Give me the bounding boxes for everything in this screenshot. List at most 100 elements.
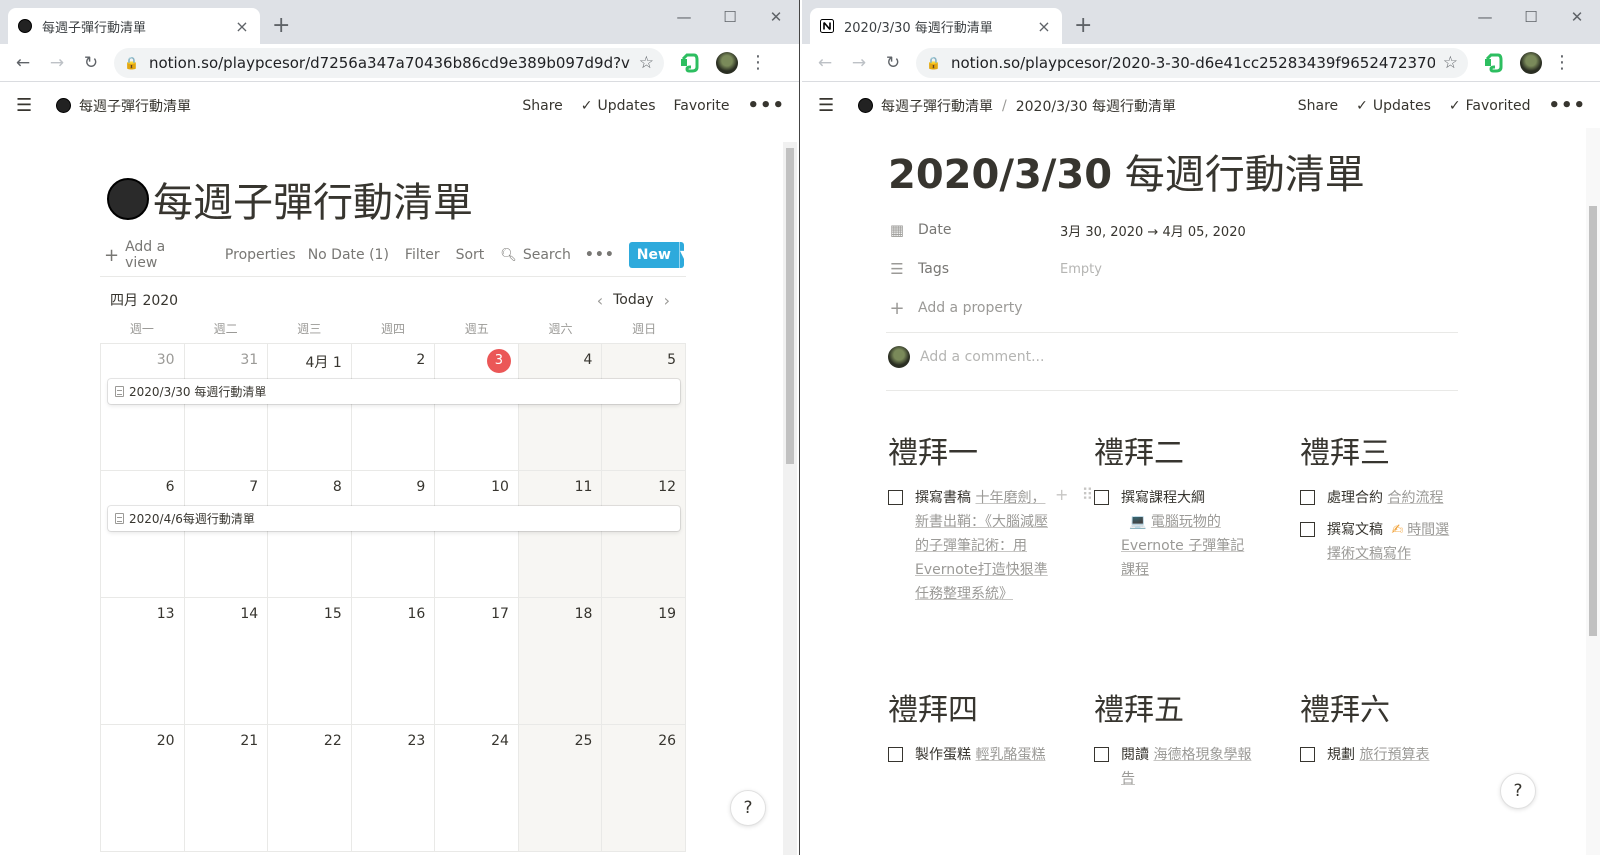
more-options-icon[interactable]: ••• bbox=[1548, 95, 1586, 116]
calendar-day-cell[interactable]: 3 bbox=[435, 344, 519, 471]
minimize-icon[interactable]: — bbox=[1462, 6, 1508, 28]
todo-checkbox[interactable] bbox=[888, 747, 903, 762]
chevron-down-icon[interactable]: ▼ bbox=[678, 242, 684, 268]
comment-input[interactable]: Add a comment... bbox=[888, 346, 1044, 368]
calendar-day-cell[interactable]: 22 bbox=[268, 725, 352, 852]
tab-close-icon[interactable]: × bbox=[1036, 17, 1052, 36]
page-link[interactable]: 合約流程 bbox=[1387, 490, 1443, 506]
calendar-day-cell[interactable]: 21 bbox=[184, 725, 269, 852]
calendar-day-cell[interactable]: 2 bbox=[351, 344, 436, 471]
todo-text[interactable]: 撰寫課程大綱 💻 電腦玩物的 Evernote 子彈筆記課程 bbox=[1121, 486, 1254, 582]
drag-handle-icon[interactable]: + ⠿ bbox=[1055, 485, 1097, 504]
todo-checkbox[interactable] bbox=[1094, 747, 1109, 762]
calendar-day-cell[interactable]: 16 bbox=[351, 598, 436, 725]
help-button[interactable]: ? bbox=[1500, 773, 1536, 809]
updates-button[interactable]: ✓ Updates bbox=[581, 98, 656, 114]
calendar-day-cell[interactable]: 23 bbox=[351, 725, 436, 852]
calendar-day-cell[interactable]: 12 bbox=[602, 471, 687, 598]
profile-avatar[interactable] bbox=[1520, 51, 1542, 74]
sort-button[interactable]: Sort bbox=[456, 247, 485, 263]
browser-menu-icon[interactable]: ⋮ bbox=[744, 52, 772, 73]
address-bar[interactable]: 🔒 notion.so/playpcesor/d7256a347a70436b8… bbox=[114, 47, 664, 78]
todo-checkbox[interactable] bbox=[1300, 522, 1315, 537]
todo-checkbox[interactable] bbox=[1300, 490, 1315, 505]
todo-checkbox[interactable] bbox=[1094, 490, 1109, 505]
breadcrumb-parent[interactable]: 每週子彈行動清單 bbox=[881, 96, 993, 116]
todo-text[interactable]: 規劃 旅行預算表 bbox=[1327, 743, 1460, 767]
today-button[interactable]: Today bbox=[613, 292, 654, 308]
share-button[interactable]: Share bbox=[1298, 98, 1338, 114]
calendar-day-cell[interactable]: 31 bbox=[184, 344, 269, 471]
new-tab-icon[interactable]: + bbox=[272, 14, 290, 38]
minimize-icon[interactable]: — bbox=[661, 6, 707, 28]
filter-button[interactable]: Filter bbox=[405, 247, 440, 263]
page-link[interactable]: 旅行預算表 bbox=[1359, 747, 1429, 763]
help-button[interactable]: ? bbox=[730, 790, 766, 826]
todo-text[interactable]: 製作蛋糕 輕乳酪蛋糕 bbox=[915, 743, 1048, 767]
calendar-day-cell[interactable]: 25 bbox=[518, 725, 603, 852]
back-icon[interactable]: ← bbox=[808, 53, 842, 73]
address-bar[interactable]: 🔒 notion.so/playpcesor/2020-3-30-d6e41cc… bbox=[916, 47, 1468, 78]
todo-checkbox[interactable] bbox=[888, 490, 903, 505]
updates-button[interactable]: ✓ Updates bbox=[1356, 98, 1431, 114]
browser-tab[interactable]: 每週子彈行動清單 × bbox=[8, 8, 260, 44]
calendar-day-cell[interactable]: 13 bbox=[101, 598, 185, 725]
day-heading[interactable]: 禮拜六 bbox=[1300, 691, 1460, 731]
calendar-day-cell[interactable]: 6 bbox=[101, 471, 185, 598]
calendar-day-cell[interactable]: 18 bbox=[518, 598, 603, 725]
sidebar-toggle-icon[interactable]: ☰ bbox=[16, 95, 36, 116]
page-title-icon[interactable] bbox=[107, 178, 149, 220]
evernote-extension-icon[interactable] bbox=[1482, 52, 1504, 74]
vertical-scrollbar[interactable] bbox=[1586, 128, 1600, 855]
scrollbar-thumb[interactable] bbox=[786, 148, 794, 464]
breadcrumb[interactable]: 每週子彈行動清單 bbox=[79, 96, 191, 116]
bookmark-star-icon[interactable]: ☆ bbox=[639, 53, 654, 73]
vertical-scrollbar[interactable] bbox=[783, 142, 797, 855]
close-window-icon[interactable]: ✕ bbox=[753, 6, 799, 28]
property-tags[interactable]: ☰ Tags Empty bbox=[888, 252, 1458, 286]
reload-icon[interactable]: ↻ bbox=[74, 53, 108, 73]
calendar-day-cell[interactable]: 5 bbox=[602, 344, 687, 471]
todo-text[interactable]: 撰寫書稿 十年磨劍，新書出鞘：《大腦減壓的子彈筆記術：用Evernote打造快狠… bbox=[915, 486, 1048, 606]
calendar-day-cell[interactable]: 10 bbox=[435, 471, 519, 598]
back-icon[interactable]: ← bbox=[6, 53, 40, 73]
calendar-day-cell[interactable]: 24 bbox=[435, 725, 519, 852]
calendar-event[interactable]: 2020/4/6每週行動清單 bbox=[108, 506, 680, 531]
add-view-button[interactable]: + Add a view bbox=[104, 239, 179, 271]
calendar-day-cell[interactable]: 14 bbox=[184, 598, 269, 725]
property-date[interactable]: ▦ Date 3月 30, 2020 → 4月 05, 2020 bbox=[888, 213, 1458, 247]
add-property-button[interactable]: + Add a property bbox=[888, 291, 1458, 325]
tags-value[interactable]: Empty bbox=[1060, 262, 1102, 277]
maximize-icon[interactable]: ☐ bbox=[1508, 6, 1554, 28]
evernote-extension-icon[interactable] bbox=[678, 52, 700, 74]
chevron-right-icon[interactable]: › bbox=[664, 291, 670, 310]
calendar-day-cell[interactable]: 4月 1 bbox=[268, 344, 352, 471]
calendar-day-cell[interactable]: 8 bbox=[268, 471, 352, 598]
share-button[interactable]: Share bbox=[522, 98, 562, 114]
favorited-button[interactable]: ✓ Favorited bbox=[1449, 98, 1531, 114]
no-date-button[interactable]: No Date (1) bbox=[308, 247, 389, 263]
breadcrumb-current[interactable]: 2020/3/30 每週行動清單 bbox=[1016, 96, 1176, 116]
calendar-day-cell[interactable]: 30 bbox=[101, 344, 185, 471]
browser-tab[interactable]: 2020/3/30 每週行動清單 × bbox=[810, 8, 1062, 44]
calendar-day-cell[interactable]: 20 bbox=[101, 725, 185, 852]
page-title[interactable]: 2020/3/30 每週行動清單 bbox=[888, 142, 1365, 200]
browser-menu-icon[interactable]: ⋮ bbox=[1548, 52, 1576, 73]
day-heading[interactable]: 禮拜三 bbox=[1300, 434, 1460, 474]
forward-icon[interactable]: → bbox=[842, 53, 876, 73]
page-link[interactable]: 輕乳酪蛋糕 bbox=[975, 747, 1045, 763]
page-title[interactable]: 每週子彈行動清單 bbox=[153, 170, 473, 228]
sidebar-toggle-icon[interactable]: ☰ bbox=[818, 95, 838, 116]
favorite-button[interactable]: Favorite bbox=[674, 98, 730, 114]
view-more-icon[interactable]: ••• bbox=[585, 247, 615, 263]
calendar-day-cell[interactable]: 4 bbox=[518, 344, 603, 471]
calendar-day-cell[interactable]: 26 bbox=[602, 725, 687, 852]
properties-button[interactable]: Properties bbox=[225, 247, 296, 263]
bookmark-star-icon[interactable]: ☆ bbox=[1443, 53, 1458, 73]
calendar-day-cell[interactable]: 9 bbox=[351, 471, 436, 598]
page-link[interactable]: 十年磨劍，新書出鞘：《大腦減壓的子彈筆記術：用Evernote打造快狠準任務整理… bbox=[915, 490, 1048, 602]
profile-avatar[interactable] bbox=[716, 51, 738, 74]
date-value[interactable]: 3月 30, 2020 → 4月 05, 2020 bbox=[1060, 221, 1246, 240]
close-window-icon[interactable]: ✕ bbox=[1554, 6, 1600, 28]
day-heading[interactable]: 禮拜五 bbox=[1094, 691, 1254, 731]
